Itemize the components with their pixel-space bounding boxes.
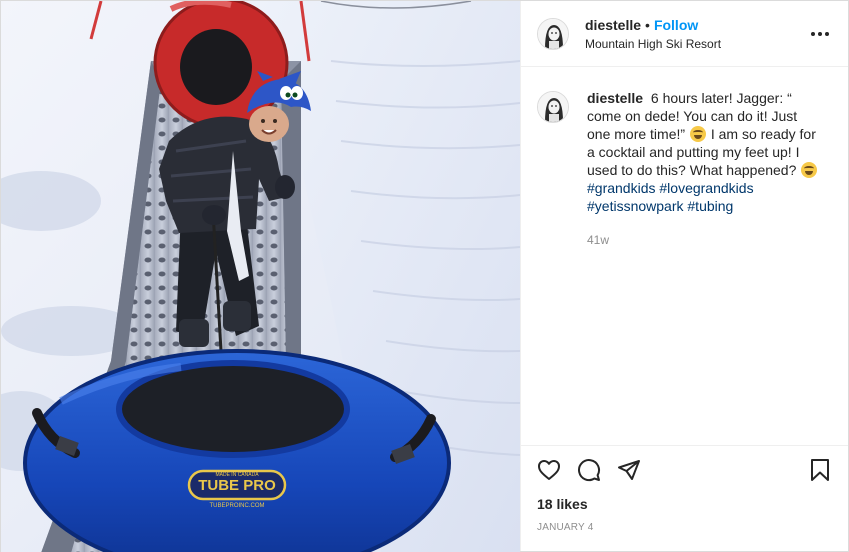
hashtag-link[interactable]: #grandkids (587, 180, 656, 196)
bookmark-icon (811, 459, 829, 481)
post-details-panel: diestelle • Follow Mountain High Ski Resor… (520, 1, 848, 551)
caption-username[interactable]: diestelle (587, 90, 643, 106)
instagram-post: TUBE PRO MADE IN CANADA TUBEPROINC.COM d… (0, 0, 849, 552)
action-bar (537, 456, 832, 484)
hashtag-link[interactable]: #tubing (687, 198, 733, 214)
avatar[interactable] (537, 17, 569, 50)
username-link[interactable]: diestelle (585, 17, 641, 33)
share-button[interactable] (617, 458, 641, 482)
hashtag-link[interactable]: #lovegrandkids (659, 180, 753, 196)
avatar-icon (538, 92, 568, 122)
caption-text: diestelle 6 hours later! Jagger: “ come … (587, 89, 823, 215)
follow-button[interactable]: Follow (654, 17, 698, 33)
post-header: diestelle • Follow Mountain High Ski Resor… (521, 1, 848, 67)
grinning-sweat-emoji-icon (689, 126, 706, 142)
separator-dot: • (645, 16, 650, 33)
caption-body: diestelle 6 hours later! Jagger: “ come … (587, 89, 823, 247)
caption: diestelle 6 hours later! Jagger: “ come … (537, 89, 832, 247)
post-date: JANUARY 4 (537, 522, 594, 533)
snow-tubing-photo: TUBE PRO MADE IN CANADA TUBEPROINC.COM (1, 1, 520, 552)
avatar-icon (538, 18, 568, 49)
tube-logo-bottom: TUBEPROINC.COM (209, 503, 264, 509)
grinning-sweat-emoji-icon (801, 162, 818, 178)
paper-plane-icon (618, 460, 640, 480)
like-button[interactable] (537, 458, 561, 482)
tube-brand-logo: TUBE PRO (198, 477, 276, 494)
caption-avatar[interactable] (537, 91, 569, 123)
blue-tube: TUBE PRO MADE IN CANADA TUBEPROINC.COM (23, 349, 451, 552)
comments-area: diestelle 6 hours later! Jagger: “ come … (521, 67, 848, 445)
hashtag-link[interactable]: #yetissnowpark (587, 198, 684, 214)
header-text: diestelle • Follow Mountain High Ski Resor… (585, 16, 808, 52)
caption-time[interactable]: 41w (587, 233, 823, 247)
likes-count[interactable]: 18 likes (537, 496, 832, 512)
comment-button[interactable] (577, 458, 601, 482)
actions-section: 18 likes JANUARY 4 (521, 445, 848, 551)
heart-icon (538, 460, 560, 480)
save-button[interactable] (808, 458, 832, 482)
header-line: diestelle • Follow (585, 16, 808, 34)
location-link[interactable]: Mountain High Ski Resort (585, 36, 808, 52)
more-options-button[interactable] (808, 22, 832, 46)
comment-icon (578, 459, 601, 482)
more-icon (811, 31, 829, 36)
post-photo[interactable]: TUBE PRO MADE IN CANADA TUBEPROINC.COM (1, 1, 520, 552)
tube-logo-top: MADE IN CANADA (215, 472, 259, 478)
